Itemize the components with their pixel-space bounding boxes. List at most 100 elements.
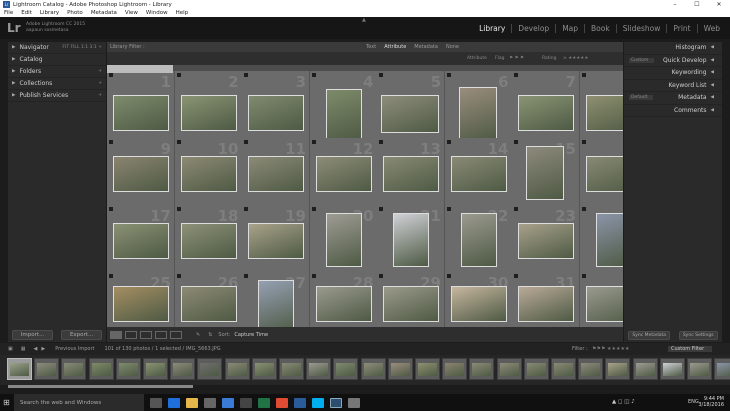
people-view-icon[interactable] (170, 330, 182, 339)
photo-thumbnail[interactable] (526, 146, 564, 200)
photo-thumbnail[interactable] (113, 156, 169, 192)
grid-cell[interactable]: 4 (309, 71, 378, 141)
grid-cell[interactable]: 23 (512, 205, 580, 273)
grid-cell[interactable]: 19 (242, 205, 310, 273)
cell-badge-icon[interactable] (581, 274, 586, 278)
photo-thumbnail[interactable] (180, 286, 237, 322)
grid-cell[interactable]: 17 (107, 205, 175, 273)
grid-cell[interactable]: 2 (174, 71, 243, 139)
module-slideshow[interactable]: Slideshow (617, 24, 668, 33)
filmstrip-thumbnail[interactable] (251, 358, 277, 380)
grid-cell[interactable]: 18 (174, 205, 243, 273)
compare-view-icon[interactable] (140, 330, 152, 339)
grid-cell[interactable]: 29 (377, 272, 445, 327)
edge-browser-icon[interactable] (168, 397, 180, 408)
filmstrip-thumbnail[interactable] (415, 358, 440, 380)
filmstrip-thumbnail[interactable] (224, 358, 250, 380)
grid-cell[interactable]: 11 (242, 138, 310, 206)
grid-cell[interactable]: 6 (444, 71, 513, 141)
photo-thumbnail[interactable] (518, 95, 574, 131)
grid-cell[interactable]: 10 (174, 138, 243, 206)
saved-preset-select[interactable]: Custom (629, 57, 655, 63)
cell-badge-icon[interactable] (311, 207, 316, 211)
rating-stars[interactable]: ≥ ★★★★★ (563, 56, 588, 61)
filmstrip-thumbnail[interactable] (115, 358, 141, 380)
grid-cell[interactable]: 14 (444, 138, 513, 206)
sync-settings-button[interactable]: Sync Settings (678, 330, 718, 340)
photo-thumbnail[interactable] (460, 213, 497, 267)
cell-badge-icon[interactable] (244, 140, 248, 144)
photo-thumbnail[interactable] (585, 286, 623, 322)
panel-publish-services[interactable]: ▶ Publish Services + (8, 90, 106, 102)
photo-thumbnail[interactable] (180, 95, 237, 131)
filter-tab-metadata[interactable]: Metadata (410, 44, 442, 50)
survey-view-icon[interactable] (155, 330, 167, 339)
photo-thumbnail[interactable] (381, 95, 439, 133)
grid-cell[interactable]: 3 (242, 71, 310, 139)
export-button[interactable]: Export... (60, 330, 103, 340)
filmstrip-thumbnail[interactable] (170, 358, 196, 380)
menu-window[interactable]: Window (142, 10, 172, 16)
cell-badge-icon[interactable] (514, 207, 518, 211)
cell-badge-icon[interactable] (446, 73, 451, 77)
back-arrow-icon[interactable]: ◀ (33, 346, 37, 352)
cell-badge-icon[interactable] (379, 207, 383, 211)
filmstrip-thumbnail[interactable] (88, 358, 114, 380)
grid-cell[interactable]: 30 (444, 272, 513, 327)
cell-badge-icon[interactable] (244, 274, 248, 278)
filmstrip-thumbnail[interactable] (442, 358, 468, 380)
painter-icon[interactable]: ✎ (196, 332, 200, 338)
add-collection-icon[interactable]: + (98, 81, 102, 86)
second-window-icon[interactable]: ▣ (8, 346, 13, 352)
filmstrip-thumbnail[interactable] (279, 358, 304, 380)
file-explorer-icon[interactable] (186, 397, 198, 408)
cell-badge-icon[interactable] (514, 274, 518, 278)
amazon-icon[interactable] (240, 397, 252, 408)
photo-thumbnail[interactable] (450, 156, 507, 192)
filmstrip-thumbnail[interactable] (496, 358, 522, 380)
cell-badge-icon[interactable] (514, 73, 518, 77)
cell-badge-icon[interactable] (176, 207, 181, 211)
grid-cell[interactable]: 28 (309, 272, 378, 327)
panel-keywording[interactable]: Keywording ◀ (624, 67, 722, 80)
grid-cell[interactable]: 5 (377, 71, 445, 139)
filmstrip-filter-select[interactable]: Custom Filter (668, 346, 713, 352)
cell-badge-icon[interactable] (446, 140, 451, 144)
menu-help[interactable]: Help (172, 10, 193, 16)
panel-histogram[interactable]: Histogram ◀ (624, 42, 722, 55)
dropbox-icon[interactable] (222, 397, 234, 408)
sync-metadata-button[interactable]: Sync Metadata (628, 330, 670, 340)
cell-badge-icon[interactable] (446, 207, 451, 211)
filmstrip-thumbnail[interactable] (687, 358, 712, 380)
menu-edit[interactable]: Edit (17, 10, 36, 16)
metadata-view-select[interactable]: Default (629, 95, 654, 101)
cell-badge-icon[interactable] (109, 207, 113, 211)
filmstrip-thumbnail[interactable] (143, 358, 168, 380)
panel-keyword-list[interactable]: Keyword List ◀ (624, 80, 722, 92)
panel-folders[interactable]: ▶ Folders + (8, 66, 106, 78)
taskbar-search[interactable]: Search the web and Windows (14, 394, 144, 411)
cell-badge-icon[interactable] (176, 274, 181, 278)
photo-thumbnail[interactable] (113, 223, 169, 259)
filmstrip-thumbnail[interactable] (61, 358, 87, 380)
filmstrip-scrollbar[interactable] (8, 385, 193, 388)
photo-thumbnail[interactable] (458, 87, 497, 141)
windows-start-icon[interactable]: ⊞ (3, 398, 10, 407)
cell-badge-icon[interactable] (446, 274, 451, 278)
grid-cell[interactable]: 32 (579, 272, 623, 327)
cell-badge-icon[interactable] (311, 140, 316, 144)
menu-file[interactable]: File (0, 10, 17, 16)
sort-direction-icon[interactable]: ⇅ (208, 332, 212, 338)
add-publish-service-icon[interactable]: + (98, 93, 102, 98)
filter-tab-none[interactable]: None (442, 44, 463, 50)
module-print[interactable]: Print (667, 24, 698, 33)
menu-photo[interactable]: Photo (63, 10, 87, 16)
grid-cell[interactable]: 20 (309, 205, 378, 273)
grid-cell[interactable]: 13 (377, 138, 445, 206)
photo-thumbnail[interactable] (393, 213, 429, 267)
cell-badge-icon[interactable] (379, 73, 383, 77)
menu-library[interactable]: Library (36, 10, 63, 16)
grid-mode-icon[interactable]: ▦ (21, 346, 26, 352)
photo-thumbnail[interactable] (248, 223, 304, 259)
panel-collections[interactable]: ▶ Collections + (8, 78, 106, 90)
